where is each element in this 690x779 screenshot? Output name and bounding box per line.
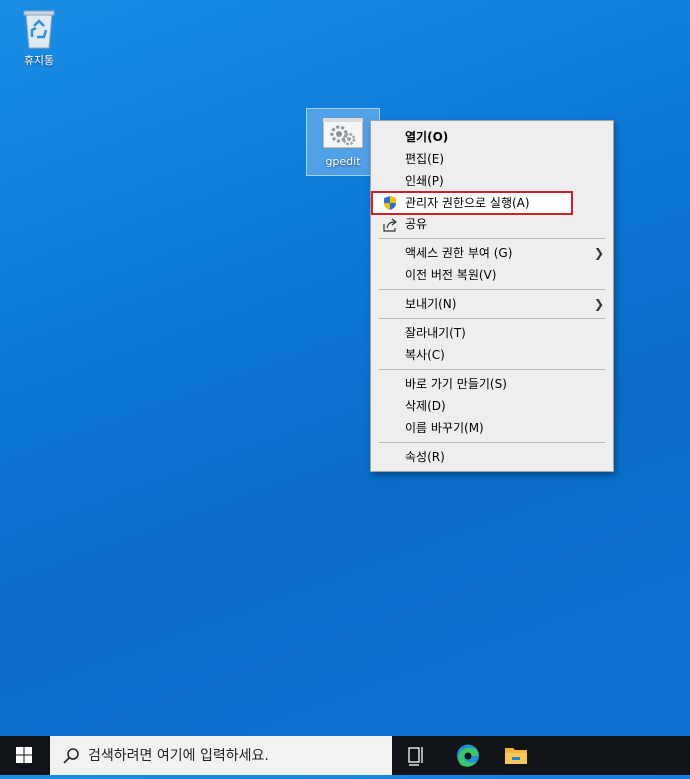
menu-item-label: 편집(E) <box>405 152 445 166</box>
taskbar <box>0 736 690 775</box>
menu-item-run-as-admin[interactable]: 관리자 권한으로 실행(A) <box>371 191 573 215</box>
menu-item-edit[interactable]: 편집(E) <box>372 148 612 170</box>
file-explorer-button[interactable] <box>494 736 538 775</box>
menu-item-send-to[interactable]: 보내기(N) ❯ <box>372 293 612 315</box>
menu-item-label: 바로 가기 만들기(S) <box>405 377 507 391</box>
menu-item-give-access[interactable]: 액세스 권한 부여 (G) ❯ <box>372 242 612 264</box>
uac-shield-icon <box>384 196 396 210</box>
menu-item-label: 보내기(N) <box>405 297 457 311</box>
menu-item-label: 관리자 권한으로 실행(A) <box>405 196 530 210</box>
menu-separator <box>379 238 605 239</box>
menu-item-label: 액세스 권한 부여 (G) <box>405 246 513 260</box>
gpedit-shortcut-icon <box>322 117 364 149</box>
menu-item-create-shortcut[interactable]: 바로 가기 만들기(S) <box>372 373 612 395</box>
menu-item-rename[interactable]: 이름 바꾸기(M) <box>372 417 612 439</box>
menu-item-cut[interactable]: 잘라내기(T) <box>372 322 612 344</box>
desktop-icon-label: 휴지통 <box>23 54 55 67</box>
task-view-icon <box>408 747 423 766</box>
menu-item-share[interactable]: 공유 <box>372 213 612 235</box>
menu-item-properties[interactable]: 속성(R) <box>372 446 612 468</box>
start-button[interactable] <box>0 736 48 775</box>
context-menu: 열기(O) 편집(E) 인쇄(P) 관리자 권한으로 실행(A) 공유 액세스 … <box>370 120 614 472</box>
menu-item-label: 삭제(D) <box>405 399 446 413</box>
menu-item-copy[interactable]: 복사(C) <box>372 344 612 366</box>
menu-item-label: 공유 <box>405 217 428 231</box>
menu-item-label: 이전 버전 복원(V) <box>405 268 497 282</box>
menu-item-label: 잘라내기(T) <box>405 326 466 340</box>
search-input[interactable] <box>88 736 388 775</box>
menu-separator <box>379 318 605 319</box>
task-view-button[interactable] <box>394 736 438 775</box>
menu-item-label: 열기(O) <box>405 130 449 144</box>
chevron-right-icon: ❯ <box>593 246 604 260</box>
edge-icon <box>457 744 479 767</box>
desktop[interactable]: 휴지통 gpedit 열기(O) 편집(E) 인쇄(P) 관리자 권한으로 실행… <box>0 0 690 736</box>
menu-item-open[interactable]: 열기(O) <box>372 126 612 148</box>
search-icon <box>63 748 79 764</box>
menu-item-label: 이름 바꾸기(M) <box>405 421 484 435</box>
menu-item-label: 속성(R) <box>405 450 445 464</box>
menu-item-delete[interactable]: 삭제(D) <box>372 395 612 417</box>
menu-separator <box>379 289 605 290</box>
edge-button[interactable] <box>446 736 490 775</box>
menu-separator <box>379 442 605 443</box>
desktop-icon-recycle-bin[interactable]: 휴지통 <box>3 8 75 68</box>
taskbar-search-box[interactable] <box>50 736 392 775</box>
windows-start-icon <box>16 747 32 763</box>
menu-item-label: 인쇄(P) <box>405 174 444 188</box>
recycle-bin-icon <box>23 10 55 49</box>
file-explorer-icon <box>505 748 527 764</box>
menu-item-print[interactable]: 인쇄(P) <box>372 170 612 192</box>
desktop-icon-gpedit[interactable]: gpedit <box>306 108 380 176</box>
chevron-right-icon: ❯ <box>593 297 604 311</box>
desktop-icon-label: gpedit <box>325 155 361 168</box>
share-icon <box>383 218 397 232</box>
menu-item-label: 복사(C) <box>405 348 445 362</box>
menu-separator <box>379 369 605 370</box>
menu-item-restore-previous[interactable]: 이전 버전 복원(V) <box>372 264 612 286</box>
